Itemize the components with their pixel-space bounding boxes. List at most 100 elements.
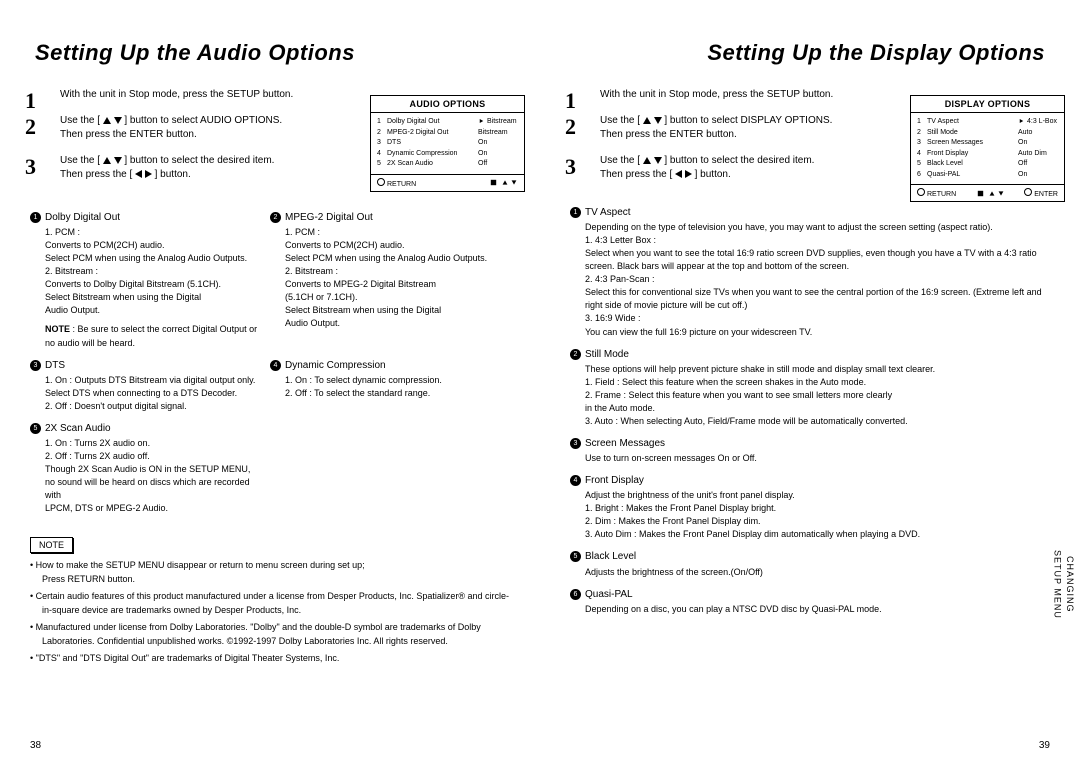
detail-heading: 3Screen Messages [570, 438, 1050, 449]
arrow-left-icon [135, 170, 142, 178]
detail-body: 1. On : Outputs DTS Bitstream via digita… [30, 374, 260, 413]
note-item: Certain audio features of this product m… [30, 590, 510, 617]
detail-heading: 2MPEG-2 Digital Out [270, 212, 500, 223]
step-number: 3 [25, 152, 36, 183]
steps: 1 With the unit in Stop mode, press the … [30, 88, 360, 182]
step-number: 3 [565, 152, 576, 183]
osd-header: DISPLAY OPTIONS [911, 96, 1064, 113]
details: 1Dolby Digital Out 1. PCM : Converts to … [30, 212, 510, 666]
details: 1TV Aspect Depending on the type of tele… [570, 207, 1050, 616]
osd-row: 2MPEG-2 Digital OutBitstream [377, 128, 518, 139]
step-3: 3 Use the [ ] button to select the desir… [570, 154, 900, 182]
note-item: "DTS" and "DTS Digital Out" are trademar… [30, 652, 510, 666]
arrow-up-icon [643, 157, 651, 164]
page-right: Setting Up the Display Options 1 With th… [540, 0, 1080, 765]
osd-row: 4Front DisplayAuto Dim [917, 149, 1058, 160]
step-text: Use the [ [600, 115, 640, 126]
osd-row: 1TV Aspect4:3 L-Box [917, 117, 1058, 128]
steps: 1 With the unit in Stop mode, press the … [570, 88, 900, 182]
arrow-left-icon [675, 170, 682, 178]
osd-footer: RETURN ENTER [911, 184, 1064, 201]
arrow-down-icon [114, 117, 122, 124]
step-text: Then press the ENTER button. [60, 129, 197, 140]
arrow-right-icon [145, 170, 152, 178]
step-text: ] button. [695, 169, 731, 180]
step-text: ] button to select the desired item. [124, 155, 274, 166]
osd-row: 6Quasi-PALOn [917, 170, 1058, 181]
nav-icon [491, 180, 496, 185]
detail-body: Adjust the brightness of the unit's fron… [570, 489, 1050, 541]
detail-body: 1. PCM : Converts to PCM(2CH) audio. Sel… [30, 226, 260, 317]
step-text: ] button to select DISPLAY OPTIONS. [664, 115, 832, 126]
step-1: 1 With the unit in Stop mode, press the … [570, 88, 900, 102]
arrow-down-icon [654, 157, 662, 164]
detail-heading: 1Dolby Digital Out [30, 212, 260, 223]
step-text: ] button. [155, 169, 191, 180]
detail-heading: 2Still Mode [570, 349, 1050, 360]
detail-body: Depending on a disc, you can play a NTSC… [570, 603, 1050, 616]
step-3: 3 Use the [ ] button to select the desir… [30, 154, 360, 182]
detail-body: 1. On : Turns 2X audio on. 2. Off : Turn… [30, 437, 260, 515]
detail-heading: 6Quasi-PAL [570, 589, 1050, 600]
nav-icon [978, 190, 983, 195]
osd-row: 3DTSOn [377, 138, 518, 149]
step-text: With the unit in Stop mode, press the SE… [60, 89, 293, 100]
osd-row: 4Dynamic CompressionOn [377, 149, 518, 160]
arrow-up-icon [643, 117, 651, 124]
notes-list: How to make the SETUP MENU disappear or … [30, 559, 510, 666]
return-icon [377, 178, 385, 186]
step-text: Then press the [ [600, 169, 672, 180]
step-text: Use the [ [60, 155, 100, 166]
note-label: NOTE [30, 537, 73, 553]
osd-row: 2Still ModeAuto [917, 128, 1058, 139]
osd-header: AUDIO OPTIONS [371, 96, 524, 113]
detail-heading: 4Dynamic Compression [270, 360, 500, 371]
enter-icon [1024, 188, 1032, 196]
osd-row: 1Dolby Digital OutBitstream [377, 117, 518, 128]
detail-body: Adjusts the brightness of the screen.(On… [570, 566, 1050, 579]
step-number: 2 [25, 112, 36, 143]
page-left: Setting Up the Audio Options 1 With the … [0, 0, 540, 765]
osd-audio-options: AUDIO OPTIONS 1Dolby Digital OutBitstrea… [370, 95, 525, 192]
detail-heading: 4Front Display [570, 475, 1050, 486]
arrow-up-icon [103, 117, 111, 124]
osd-row: 52X Scan AudioOff [377, 159, 518, 170]
arrow-down-icon [654, 117, 662, 124]
detail-heading: 5Black Level [570, 551, 1050, 562]
osd-body: 1Dolby Digital OutBitstream 2MPEG-2 Digi… [371, 113, 524, 174]
detail-heading: 1TV Aspect [570, 207, 1050, 218]
detail-body: Use to turn on-screen messages On or Off… [570, 452, 1050, 465]
page-title: Setting Up the Display Options [707, 40, 1045, 66]
return-icon [917, 188, 925, 196]
arrow-right-icon [685, 170, 692, 178]
osd-row: 5Black LevelOff [917, 159, 1058, 170]
detail-body: 1. PCM : Converts to PCM(2CH) audio. Sel… [270, 226, 500, 330]
osd-row: 3Screen MessagesOn [917, 138, 1058, 149]
step-text: Use the [ [600, 155, 640, 166]
arrow-down-icon [114, 157, 122, 164]
osd-body: 1TV Aspect4:3 L-Box 2Still ModeAuto 3Scr… [911, 113, 1064, 184]
note-item: Manufactured under license from Dolby La… [30, 621, 510, 648]
step-1: 1 With the unit in Stop mode, press the … [30, 88, 360, 102]
step-text: Then press the [ [60, 169, 132, 180]
note-item: How to make the SETUP MENU disappear or … [30, 559, 510, 586]
detail-note: NOTE : Be sure to select the correct Dig… [30, 323, 260, 349]
page-title: Setting Up the Audio Options [35, 40, 355, 66]
step-text: Then press the ENTER button. [600, 129, 737, 140]
arrow-up-icon [103, 157, 111, 164]
step-text: Use the [ [60, 115, 100, 126]
side-tab: CHANGING SETUP MENU [1051, 550, 1076, 619]
page-number: 38 [30, 740, 41, 751]
step-number: 2 [565, 112, 576, 143]
detail-body: Depending on the type of television you … [570, 221, 1050, 338]
step-text: ] button to select AUDIO OPTIONS. [124, 115, 282, 126]
detail-heading: 52X Scan Audio [30, 423, 260, 434]
step-text: ] button to select the desired item. [664, 155, 814, 166]
step-2: 2 Use the [ ] button to select AUDIO OPT… [30, 114, 360, 142]
step-text: With the unit in Stop mode, press the SE… [600, 89, 833, 100]
detail-body: 1. On : To select dynamic compression. 2… [270, 374, 500, 400]
detail-heading: 3DTS [30, 360, 260, 371]
detail-body: These options will help prevent picture … [570, 363, 1050, 428]
page-number: 39 [1039, 740, 1050, 751]
osd-footer: RETURN [371, 174, 524, 191]
